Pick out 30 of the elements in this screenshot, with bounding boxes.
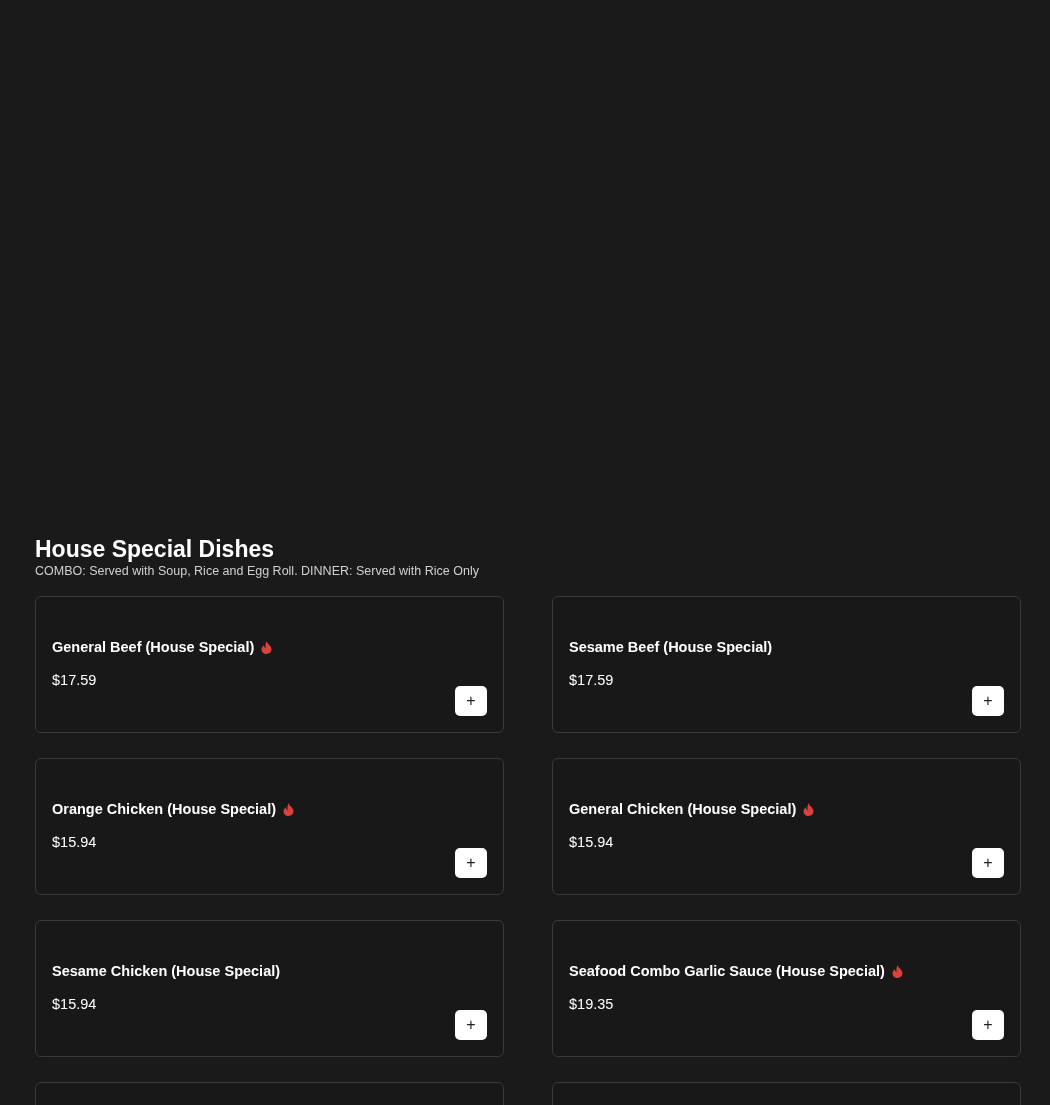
add-button[interactable]: +: [972, 848, 1004, 878]
flame-icon: [891, 964, 903, 978]
menu-item-card[interactable]: General Chicken (House Special) $15.94 +: [552, 758, 1021, 895]
menu-item-card[interactable]: Sesame Beef (House Special) $17.59 +: [552, 596, 1021, 733]
dish-name: General Chicken (House Special): [569, 801, 797, 817]
add-button[interactable]: +: [972, 1010, 1004, 1040]
dish-name: Seafood Combo Garlic Sauce (House Special): [569, 963, 885, 979]
menu-item-card[interactable]: Sesame Chicken (House Special) $15.94 +: [35, 920, 504, 1057]
dish-name: Sesame Chicken (House Special): [52, 963, 281, 979]
menu-item-card[interactable]: Orange Chicken (House Special) $15.94 +: [35, 758, 504, 895]
dish-price: $19.35: [569, 996, 615, 1012]
flame-icon: [261, 640, 273, 654]
add-button[interactable]: +: [455, 1010, 487, 1040]
dish-name: Orange Chicken (House Special): [52, 801, 276, 817]
add-button[interactable]: +: [455, 848, 487, 878]
add-button[interactable]: +: [455, 686, 487, 716]
dish-price: $17.59: [569, 672, 615, 688]
dish-name: Sesame Beef (House Special): [569, 639, 773, 655]
section-title: House Special Dishes: [35, 535, 276, 563]
dish-price: $17.59: [52, 672, 98, 688]
dish-price: $15.94: [52, 834, 98, 850]
section-subtitle: COMBO: Served with Soup, Rice and Egg Roll. DINNER: Served with Rice Only: [35, 564, 480, 578]
dish-price: $15.94: [569, 834, 615, 850]
menu-item-card[interactable]: Seafood Combo Garlic Sauce (House Special) $19.35 +: [552, 920, 1021, 1057]
flame-icon: [283, 802, 294, 816]
add-button[interactable]: +: [972, 686, 1004, 716]
dish-price: $15.94: [52, 996, 98, 1012]
flame-icon: [803, 802, 815, 816]
menu-item-card[interactable]: General Beef (House Special) $17.59 +: [35, 596, 504, 733]
dish-name: General Beef (House Special): [52, 639, 255, 655]
